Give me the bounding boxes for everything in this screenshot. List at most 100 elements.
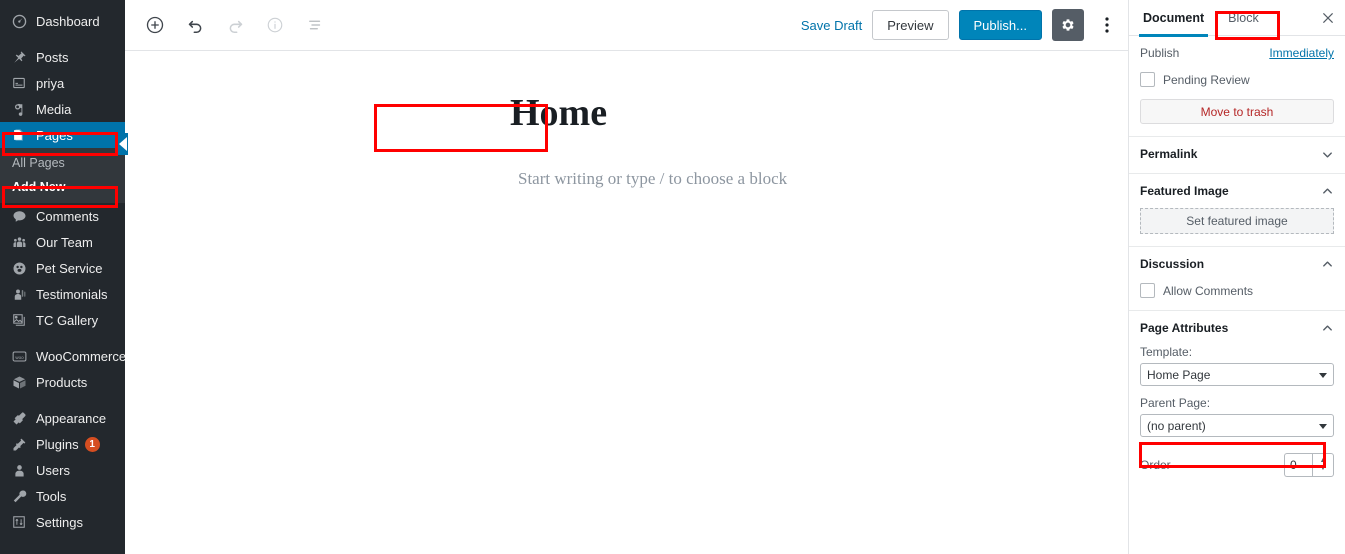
parent-page-select-value: (no parent) — [1147, 418, 1206, 433]
sidebar-item-comments[interactable]: Comments — [0, 203, 125, 229]
products-icon — [8, 375, 30, 390]
custom-post-icon — [8, 76, 30, 90]
toolbar-left-group — [137, 7, 333, 43]
testimonials-icon — [8, 287, 30, 302]
order-input[interactable] — [1284, 453, 1312, 477]
sidebar-item-label: Pages — [36, 127, 73, 143]
ellipsis-vertical-icon[interactable] — [1094, 9, 1120, 41]
featured-image-title: Featured Image — [1140, 184, 1229, 198]
add-block-icon[interactable] — [137, 7, 173, 43]
permalink-panel-header[interactable]: Permalink — [1140, 147, 1334, 161]
sidebar-item-users[interactable]: Users — [0, 457, 125, 483]
pin-icon — [8, 50, 30, 65]
sidebar-item-settings[interactable]: Settings — [0, 509, 125, 535]
caret-up-icon[interactable]: ▲ — [1320, 457, 1327, 465]
caret-down-icon[interactable]: ▼ — [1320, 465, 1327, 473]
sidebar-item-label: Products — [36, 374, 88, 390]
gear-icon[interactable] — [1052, 9, 1084, 41]
chevron-down-icon — [1321, 148, 1334, 161]
wordpress-block-editor: Dashboard Posts priya Media Pages All Pa… — [0, 0, 1345, 554]
permalink-title: Permalink — [1140, 147, 1198, 161]
parent-page-select[interactable]: (no parent) — [1140, 414, 1334, 437]
editor-canvas[interactable]: Home Start writing or type / to choose a… — [125, 51, 1128, 554]
close-icon[interactable] — [1313, 0, 1343, 36]
list-view-icon[interactable] — [297, 7, 333, 43]
publish-section: Publish Immediately Pending Review Move … — [1129, 36, 1345, 137]
menu-separator — [0, 34, 125, 44]
plugins-icon — [8, 437, 30, 452]
current-menu-pointer — [115, 133, 128, 155]
sidebar-item-label: Dashboard — [36, 13, 100, 29]
featured-image-panel-header[interactable]: Featured Image — [1140, 184, 1334, 198]
order-spinner-buttons[interactable]: ▲ ▼ — [1312, 453, 1334, 477]
sidebar-item-pages[interactable]: Pages — [0, 122, 125, 148]
move-to-trash-button[interactable]: Move to trash — [1140, 99, 1334, 124]
toolbar-right-group: Save Draft Preview Publish... — [801, 9, 1120, 41]
sidebar-item-label: Settings — [36, 514, 83, 530]
submenu-item-all-pages[interactable]: All Pages — [0, 151, 125, 175]
sidebar-item-label: Users — [36, 462, 70, 478]
redo-icon[interactable] — [217, 7, 253, 43]
tab-block[interactable]: Block — [1216, 0, 1271, 36]
chevron-up-icon — [1321, 322, 1334, 335]
menu-separator — [0, 395, 125, 405]
page-attributes-title: Page Attributes — [1140, 321, 1229, 335]
publish-date-link[interactable]: Immediately — [1269, 46, 1334, 60]
pet-service-icon — [8, 261, 30, 276]
page-title[interactable]: Home — [510, 91, 810, 137]
info-icon[interactable] — [257, 7, 293, 43]
sidebar-item-woocommerce[interactable]: woo WooCommerce — [0, 343, 127, 369]
template-select-value: Home Page — [1147, 367, 1211, 382]
chevron-up-icon — [1321, 258, 1334, 271]
allow-comments-checkbox[interactable] — [1140, 283, 1155, 298]
sidebar-item-tools[interactable]: Tools — [0, 483, 125, 509]
parent-page-label: Parent Page: — [1140, 396, 1211, 410]
sidebar-item-label: Plugins — [36, 436, 79, 452]
sidebar-item-our-team[interactable]: Our Team — [0, 229, 125, 255]
block-placeholder[interactable]: Start writing or type / to choose a bloc… — [518, 169, 1128, 189]
appearance-icon — [8, 411, 30, 426]
discussion-panel-header[interactable]: Discussion — [1140, 257, 1334, 271]
save-draft-link[interactable]: Save Draft — [801, 18, 862, 33]
sidebar-item-testimonials[interactable]: Testimonials — [0, 281, 125, 307]
submenu-item-add-new[interactable]: Add New — [0, 175, 125, 199]
order-stepper[interactable]: ▲ ▼ — [1284, 453, 1334, 477]
order-label: Order — [1140, 458, 1171, 472]
sidebar-item-label: Appearance — [36, 410, 107, 426]
pages-submenu: All Pages Add New — [0, 148, 125, 203]
sidebar-item-priya[interactable]: priya — [0, 70, 125, 96]
dashboard-icon — [8, 14, 30, 29]
sidebar-item-dashboard[interactable]: Dashboard — [0, 8, 125, 34]
sidebar-item-label: Comments — [36, 208, 99, 224]
sidebar-item-appearance[interactable]: Appearance — [0, 405, 125, 431]
preview-button[interactable]: Preview — [872, 10, 949, 40]
sidebar-item-label: priya — [36, 75, 65, 91]
sidebar-item-label: Testimonials — [36, 286, 108, 302]
sidebar-item-label: WooCommerce — [36, 348, 127, 364]
svg-text:woo: woo — [15, 354, 24, 359]
sidebar-item-media[interactable]: Media — [0, 96, 125, 122]
menu-separator — [0, 333, 125, 343]
sidebar-item-tc-gallery[interactable]: TC Gallery — [0, 307, 125, 333]
tools-icon — [8, 489, 30, 504]
set-featured-image-button[interactable]: Set featured image — [1140, 208, 1334, 234]
template-select[interactable]: Home Page — [1140, 363, 1334, 386]
undo-icon[interactable] — [177, 7, 213, 43]
sidebar-item-plugins[interactable]: Plugins 1 — [0, 431, 125, 457]
sidebar-item-label: Our Team — [36, 234, 93, 250]
featured-image-section: Featured Image Set featured image — [1129, 174, 1345, 247]
admin-sidebar: Dashboard Posts priya Media Pages All Pa… — [0, 0, 128, 554]
users-icon — [8, 463, 30, 478]
sidebar-item-products[interactable]: Products — [0, 369, 125, 395]
pending-review-row[interactable]: Pending Review — [1140, 72, 1334, 87]
sidebar-item-label: Tools — [36, 488, 67, 504]
publish-button[interactable]: Publish... — [958, 10, 1042, 40]
woocommerce-icon: woo — [8, 350, 30, 363]
discussion-title: Discussion — [1140, 257, 1205, 271]
page-attributes-panel-header[interactable]: Page Attributes — [1140, 321, 1334, 335]
tab-document[interactable]: Document — [1131, 0, 1216, 37]
pending-review-checkbox[interactable] — [1140, 72, 1155, 87]
sidebar-item-pet-service[interactable]: Pet Service — [0, 255, 125, 281]
sidebar-item-posts[interactable]: Posts — [0, 44, 125, 70]
allow-comments-row[interactable]: Allow Comments — [1140, 283, 1334, 298]
